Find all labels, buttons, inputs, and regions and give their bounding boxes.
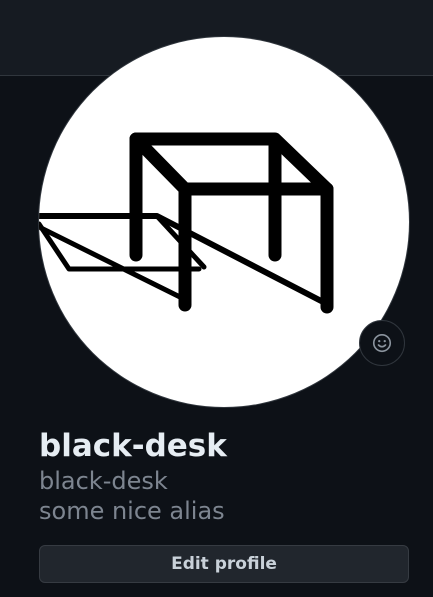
smiley-icon [372,333,392,353]
edit-profile-button[interactable]: Edit profile [39,545,409,583]
profile-full-name: black-desk [39,428,227,464]
profile-username: black-desk [39,467,168,495]
set-status-button[interactable] [359,320,405,366]
profile-alias: some nice alias [39,497,225,525]
profile-avatar[interactable] [39,37,409,407]
desk-drawing-icon [39,132,334,314]
